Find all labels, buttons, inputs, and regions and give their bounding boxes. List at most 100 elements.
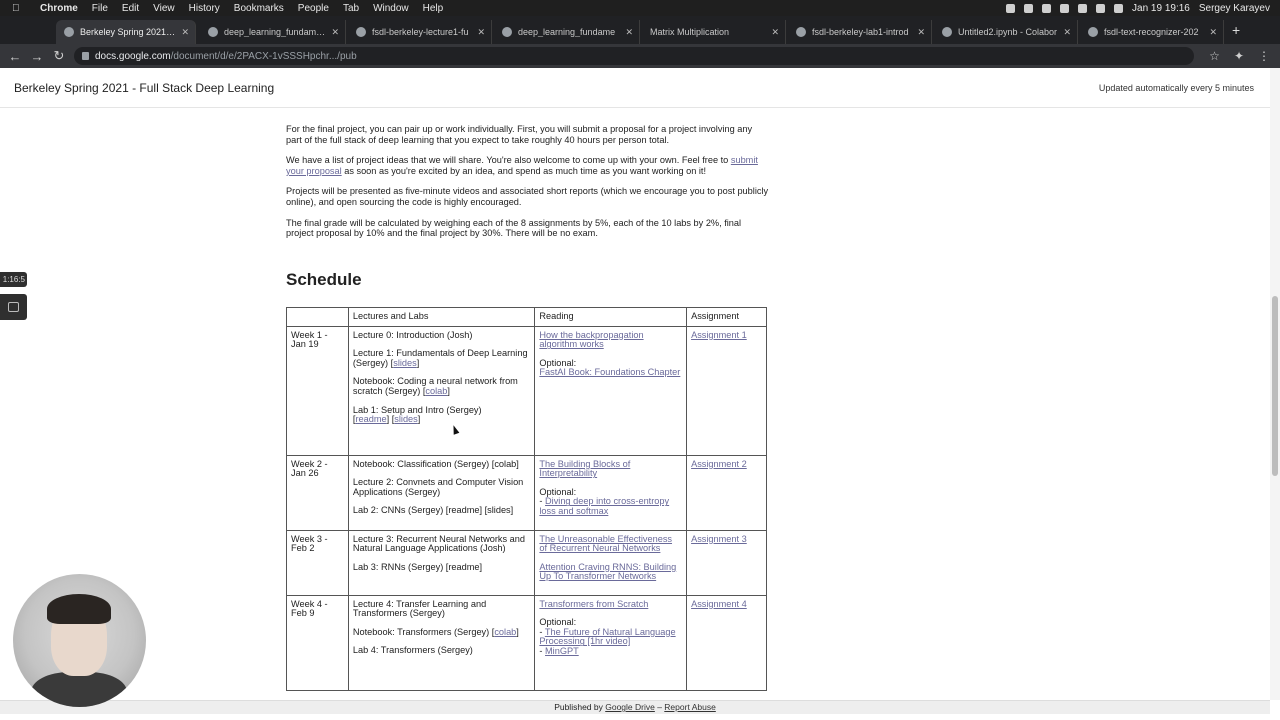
assignment-link[interactable]: Assignment 3 [691, 534, 747, 544]
apple-icon[interactable]:  [12, 3, 26, 14]
menu-file[interactable]: File [92, 3, 108, 14]
reading-link[interactable]: The Future of Natural Language Processin… [539, 627, 675, 647]
text: Notebook: Transformers (Sergey) [352, 626, 492, 637]
status-icon-4[interactable] [1060, 3, 1070, 13]
address-bar[interactable]: docs.google.com /document/d/e/2PACX-1vSS… [74, 47, 1194, 65]
reading-link[interactable]: The Building Blocks of Interpretability [539, 459, 630, 479]
google-drive-link[interactable]: Google Drive [605, 702, 655, 712]
assignment-link[interactable]: Assignment 4 [691, 599, 747, 609]
week-cell: Week 3 - Feb 2 [286, 529, 349, 596]
menubar-user[interactable]: Sergey Karayev [1199, 3, 1270, 14]
drive-favicon-icon [796, 27, 806, 37]
lectures-cell: Lecture 0: Introduction (Josh) Lecture 1… [347, 325, 536, 456]
tab-fsdl-lab1[interactable]: fsdl-berkeley-lab1-introd ✕ [788, 20, 932, 44]
forward-arrow-icon[interactable]: → [26, 49, 48, 64]
slides-link[interactable]: slides [394, 414, 418, 424]
back-arrow-icon[interactable]: ← [4, 49, 26, 64]
menu-people[interactable]: People [298, 3, 329, 14]
tab-fsdl-lecture1[interactable]: fsdl-berkeley-lecture1-fu ✕ [348, 20, 492, 44]
status-icon-1[interactable] [1006, 3, 1016, 13]
doc-updated-note: Updated automatically every 5 minutes [1098, 83, 1254, 93]
kebab-menu-icon[interactable]: ⋮ [1258, 49, 1270, 63]
header-cell: Reading [534, 307, 688, 327]
macos-menubar:  Chrome File Edit View History Bookmark… [0, 0, 1280, 16]
week-cell: Week 1 - Jan 19 [286, 325, 349, 456]
webcam-overlay [13, 574, 146, 707]
lecture-item: Lecture 4: Transfer Learning and Transfo… [352, 598, 487, 619]
reading-cell: The Building Blocks of Interpretability … [534, 454, 688, 531]
tab-untitled2-colab[interactable]: Untitled2.ipynb - Colabor ✕ [934, 20, 1078, 44]
menu-app-chrome[interactable]: Chrome [40, 3, 78, 14]
schedule-table: Lectures and Labs Reading Assignment Wee… [286, 307, 767, 691]
reading-link[interactable]: Attention Craving RNNS: Building Up To T… [539, 562, 676, 582]
close-icon[interactable]: ✕ [917, 27, 925, 38]
slides-link[interactable]: slides [393, 358, 417, 368]
tab-label: fsdl-berkeley-lecture1-fu [372, 27, 469, 37]
close-icon[interactable]: ✕ [181, 27, 189, 38]
menu-edit[interactable]: Edit [122, 3, 139, 14]
lecture-item: Lab 4: Transformers (Sergey) [352, 645, 473, 656]
drive-favicon-icon [356, 27, 366, 37]
paragraph-presentation: Projects will be presented as five-minut… [286, 186, 769, 207]
new-tab-plus-icon[interactable]: + [1232, 22, 1240, 38]
reading-link[interactable]: How the backpropagation algorithm works [539, 330, 643, 350]
tab-fsdl-text-recognizer[interactable]: fsdl-text-recognizer-202 ✕ [1080, 20, 1224, 44]
reading-link[interactable]: Transformers from Scratch [539, 599, 648, 609]
optional-label: Optional: [539, 617, 577, 628]
lecture-item: Lab 1: Setup and Intro (Sergey) [readme]… [352, 404, 482, 425]
assignment-link[interactable]: Assignment 1 [691, 330, 747, 340]
status-icon-3[interactable] [1042, 3, 1052, 13]
reading-link[interactable]: MinGPT [545, 646, 579, 656]
reading-link[interactable]: The Unreasonable Effectiveness of Recurr… [539, 534, 672, 554]
close-icon[interactable]: ✕ [477, 27, 485, 38]
recording-control[interactable] [0, 294, 27, 320]
footer-separator: – [654, 702, 665, 712]
report-abuse-link[interactable]: Report Abuse [664, 702, 716, 712]
extensions-puzzle-icon[interactable]: ✦ [1234, 49, 1244, 63]
menu-help[interactable]: Help [423, 3, 444, 14]
tab-berkeley-spring[interactable]: Berkeley Spring 2021 - Ful ✕ [56, 20, 196, 44]
menu-bookmarks[interactable]: Bookmarks [234, 3, 284, 14]
tab-matrix-multiplication[interactable]: Matrix Multiplication ✕ [642, 20, 786, 44]
doc-title: Berkeley Spring 2021 - Full Stack Deep L… [14, 81, 275, 95]
close-icon[interactable]: ✕ [1209, 27, 1217, 38]
close-icon[interactable]: ✕ [331, 27, 339, 38]
optional-label: Optional: [539, 486, 577, 497]
readme-link[interactable]: readme [355, 414, 386, 424]
status-icon-5[interactable] [1078, 3, 1088, 13]
toolbar-actions: ☆ ✦ ⋮ [1209, 44, 1270, 68]
lecture-item: Lecture 3: Recurrent Neural Networks and… [352, 533, 525, 554]
menubar-clock[interactable]: Jan 19 19:16 [1132, 3, 1190, 14]
close-icon[interactable]: ✕ [625, 27, 633, 38]
close-icon[interactable]: ✕ [771, 27, 779, 38]
menu-history[interactable]: History [189, 3, 220, 14]
reading-link[interactable]: FastAI Book: Foundations Chapter [539, 367, 680, 378]
text: as soon as you're excited by an idea, an… [341, 165, 707, 176]
url-host: docs.google.com [95, 50, 171, 62]
wifi-icon[interactable] [1096, 3, 1106, 13]
assignment-cell: Assignment 1 [686, 325, 767, 456]
reload-icon[interactable]: ↻ [48, 48, 70, 64]
menu-tab[interactable]: Tab [343, 3, 359, 14]
lecture-item: Notebook: Transformers (Sergey) [colab] [352, 626, 519, 637]
scrollbar-thumb[interactable] [1272, 296, 1278, 476]
colab-link[interactable]: colab [425, 386, 447, 396]
close-icon[interactable]: ✕ [1063, 27, 1071, 38]
menu-window[interactable]: Window [373, 3, 409, 14]
tab-label: Matrix Multiplication [650, 27, 730, 37]
battery-icon[interactable] [1114, 3, 1124, 13]
status-icon-2[interactable] [1024, 3, 1034, 13]
lectures-cell: Lecture 3: Recurrent Neural Networks and… [347, 529, 536, 596]
bookmark-star-icon[interactable]: ☆ [1209, 49, 1220, 63]
menu-view[interactable]: View [153, 3, 175, 14]
assignment-link[interactable]: Assignment 2 [691, 459, 747, 469]
published-footer: Published by Google Drive – Report Abuse [0, 700, 1270, 714]
colab-link[interactable]: colab [494, 627, 516, 637]
url-path: /document/d/e/2PACX-1vSSSHpchr.../pub [170, 50, 357, 62]
tab-deep-learning-fundame[interactable]: deep_learning_fundame ✕ [494, 20, 640, 44]
reading-link[interactable]: Diving deep into cross-entropy loss and … [539, 496, 669, 516]
colab-favicon-icon [208, 27, 218, 37]
table-header-row: Lectures and Labs Reading Assignment [286, 307, 767, 327]
github-favicon-icon [1088, 27, 1098, 37]
tab-deep-learning-fundamentals[interactable]: deep_learning_fundamen ✕ [200, 20, 346, 44]
